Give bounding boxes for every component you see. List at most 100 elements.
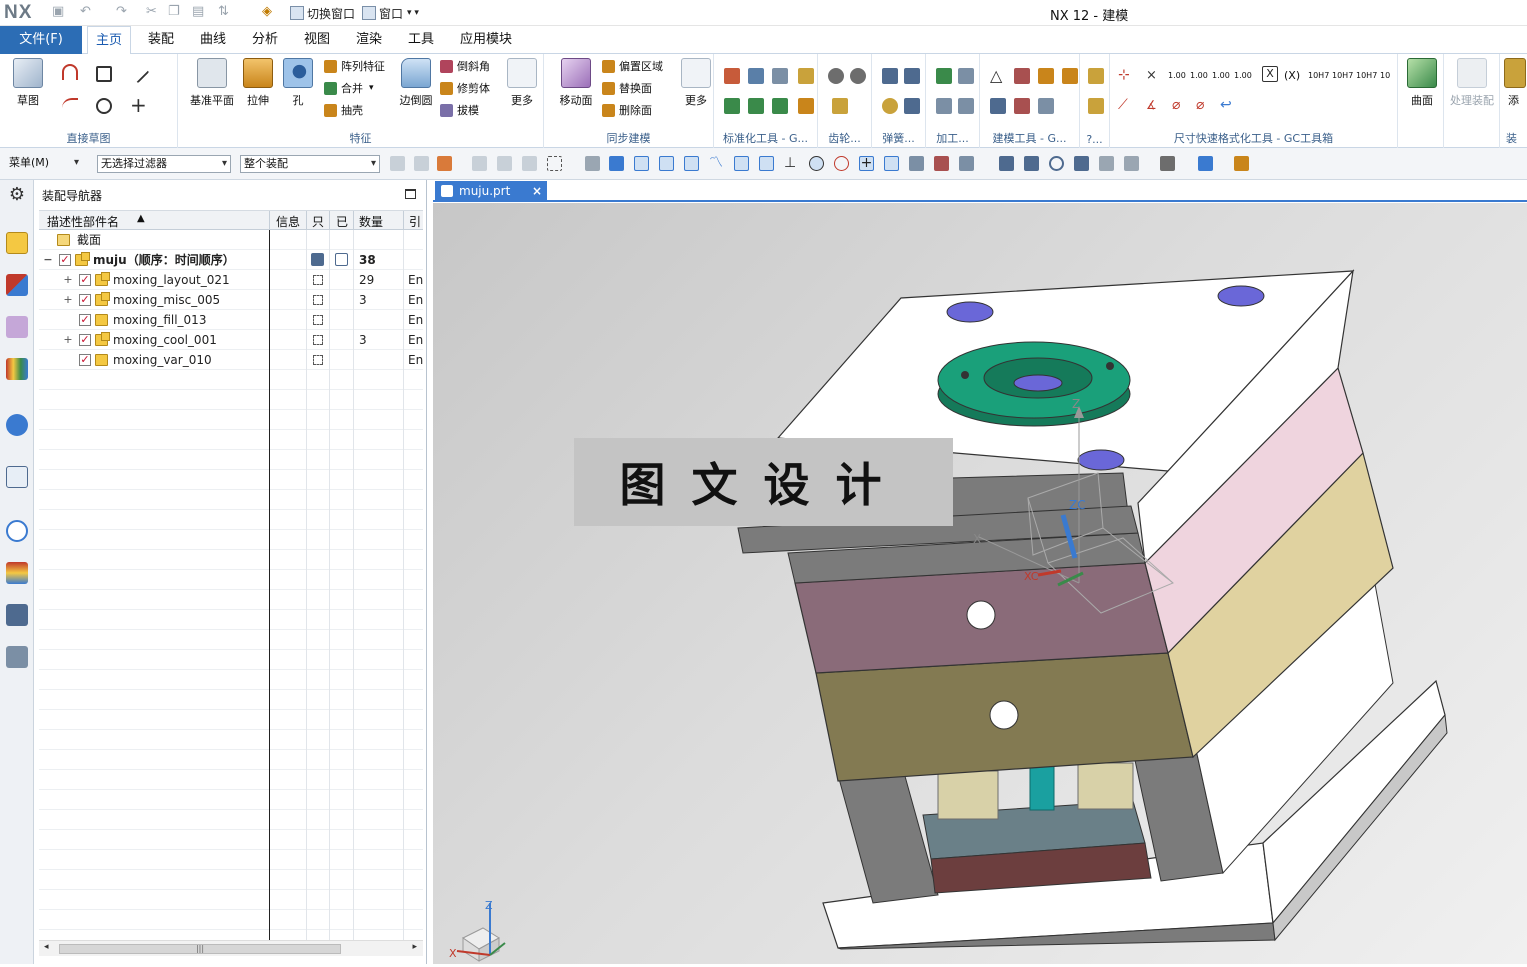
standard-grid-icon[interactable]	[772, 68, 788, 84]
horizontal-scrollbar[interactable]: ◂ ||| ▸	[39, 940, 423, 956]
surface-button[interactable]: 曲面	[1398, 58, 1446, 108]
collapse-icon[interactable]: −	[43, 250, 53, 270]
touch-mode-icon[interactable]: ◈	[262, 4, 272, 19]
visibility-checkbox[interactable]: ✓	[79, 354, 91, 366]
tab-analysis[interactable]: 分析	[244, 26, 286, 54]
maximize-icon[interactable]	[405, 189, 416, 199]
tab-tools[interactable]: 工具	[400, 26, 442, 54]
dim-origin-icon[interactable]: ⊹	[1118, 68, 1134, 84]
part-navigator-icon[interactable]	[6, 316, 28, 338]
snap-grid-icon[interactable]	[959, 156, 974, 171]
spring-icon[interactable]	[882, 68, 898, 84]
snap-disabled2-icon[interactable]	[414, 156, 429, 171]
visibility-checkbox[interactable]: ✓	[79, 274, 91, 286]
scroll-thumb[interactable]: |||	[59, 944, 341, 954]
add-component-button[interactable]: 添	[1500, 58, 1527, 108]
list-item[interactable]: + ✓ moxing_cool_001 3 En	[39, 330, 423, 350]
solid-filter-icon[interactable]	[609, 156, 624, 171]
repeat-command-icon[interactable]: ⇅	[218, 4, 229, 19]
dim-tol-2[interactable]: 1.00	[1190, 66, 1208, 84]
render-style-icon[interactable]	[1160, 156, 1175, 171]
dim-fit-3[interactable]: 10H7	[1356, 66, 1377, 84]
datum-plane-button[interactable]: 基准平面	[188, 58, 236, 108]
snap-intersect-icon[interactable]: +	[859, 156, 874, 171]
switch-window-button[interactable]: 切换窗口	[290, 4, 355, 22]
dim-diameter-icon[interactable]: ⌀	[1172, 98, 1188, 114]
undo-icon[interactable]: ↶	[80, 4, 91, 19]
list-item[interactable]: 截面	[39, 230, 423, 250]
col-modified[interactable]: 已	[336, 213, 348, 230]
scroll-left-icon[interactable]: ◂	[44, 942, 49, 952]
wave-assembly-button[interactable]: 处理装配	[1448, 58, 1496, 108]
body-filter-icon[interactable]	[585, 156, 600, 171]
select-cursor-icon[interactable]	[472, 156, 487, 171]
dim-fit-4[interactable]: 10	[1380, 66, 1390, 84]
move-face-button[interactable]: 移动面	[552, 58, 600, 108]
close-icon[interactable]: ×	[532, 181, 542, 201]
spring-coil-icon[interactable]	[882, 98, 898, 114]
tab-application[interactable]: 应用模块	[452, 26, 520, 54]
tab-view[interactable]: 视图	[296, 26, 338, 54]
snap-point-icon[interactable]	[634, 156, 649, 171]
dim-paren-x-icon[interactable]: (X)	[1284, 66, 1300, 84]
dim-tol-1[interactable]: 1.00	[1168, 66, 1186, 84]
sketch-button[interactable]: 草图	[4, 58, 52, 108]
tab-render[interactable]: 渲染	[348, 26, 390, 54]
copy-icon[interactable]: ❐	[168, 4, 180, 19]
expand-icon[interactable]: +	[63, 330, 73, 350]
pan-view-icon[interactable]	[1074, 156, 1089, 171]
orient-view-icon[interactable]	[1198, 156, 1213, 171]
dim-arrow-icon[interactable]: ↩	[1220, 98, 1236, 114]
modeling-cube-icon[interactable]	[1062, 68, 1078, 84]
point-icon[interactable]: +	[130, 95, 147, 115]
snap-quadrant-icon[interactable]	[834, 156, 849, 171]
standard-screw-icon[interactable]	[772, 98, 788, 114]
draft-button[interactable]: 拔模	[440, 101, 479, 119]
scroll-right-icon[interactable]: ▸	[412, 942, 417, 952]
expand-icon[interactable]: +	[63, 290, 73, 310]
snap-on-curve-icon[interactable]	[884, 156, 899, 171]
triangle-icon[interactable]: △	[990, 68, 1006, 84]
pattern-feature-button[interactable]: 阵列特征	[324, 57, 385, 75]
cut-icon[interactable]: ✂	[146, 4, 157, 19]
redo-icon[interactable]: ↷	[116, 4, 127, 19]
hole-button[interactable]: 孔	[274, 58, 322, 108]
expand-icon[interactable]: +	[63, 270, 73, 290]
system-materials-icon[interactable]	[6, 562, 28, 584]
gear-icon[interactable]	[828, 68, 844, 84]
tab-curve[interactable]: 曲线	[192, 26, 234, 54]
zoom-view-icon[interactable]	[1024, 156, 1039, 171]
dim-radius-icon[interactable]: ⌀	[1196, 98, 1212, 114]
modeling-star-icon[interactable]	[1038, 68, 1054, 84]
process-studio-icon[interactable]	[6, 604, 28, 626]
tab-assembly[interactable]: 装配	[140, 26, 182, 54]
visibility-checkbox[interactable]: ✓	[59, 254, 71, 266]
gear-rack-icon[interactable]	[832, 98, 848, 114]
visibility-checkbox[interactable]: ✓	[79, 294, 91, 306]
rotate-view-icon[interactable]	[1049, 156, 1064, 171]
select-feature-icon[interactable]	[437, 156, 452, 171]
graphics-window[interactable]: Z ZC X XC Z X	[433, 203, 1527, 964]
document-tab[interactable]: muju.prt ×	[435, 181, 547, 202]
visibility-checkbox[interactable]: ✓	[79, 334, 91, 346]
standard-layer-icon[interactable]	[748, 68, 764, 84]
col-count[interactable]: 数量	[359, 213, 383, 230]
list-item[interactable]: + ✓ moxing_misc_005 3 En	[39, 290, 423, 310]
reuse-library-icon[interactable]	[6, 358, 28, 380]
arc-icon[interactable]	[62, 98, 78, 114]
unite-button[interactable]: 合并 ▾	[324, 79, 374, 97]
chamfer-button[interactable]: 倒斜角	[440, 57, 490, 75]
save-icon[interactable]: ▣	[52, 4, 64, 19]
snap-end-icon[interactable]	[659, 156, 674, 171]
constraint-navigator-icon[interactable]	[6, 274, 28, 296]
trim-body-button[interactable]: 修剪体	[440, 79, 490, 97]
select-all-icon[interactable]	[522, 156, 537, 171]
standard-bolt-icon[interactable]	[724, 98, 740, 114]
rectangle-icon[interactable]	[96, 66, 112, 82]
dim-tol-3[interactable]: 1.00	[1212, 66, 1230, 84]
modeling-edit-icon[interactable]	[1014, 98, 1030, 114]
visibility-checkbox[interactable]: ✓	[79, 314, 91, 326]
paste-icon[interactable]: ▤	[192, 4, 204, 19]
more-sync-button[interactable]: 更多	[672, 58, 720, 108]
dim-linear-icon[interactable]: ⟋	[1118, 98, 1134, 114]
